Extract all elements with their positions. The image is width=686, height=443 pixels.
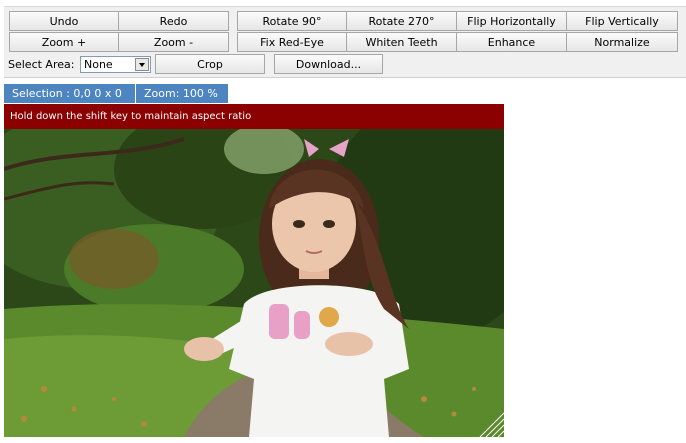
undo-button[interactable]: Undo xyxy=(9,11,119,31)
rotate-90-button[interactable]: Rotate 90° xyxy=(237,11,347,31)
selection-status: Selection : 0,0 0 x 0 xyxy=(4,84,135,103)
toolbar: Undo Redo Rotate 90° Rotate 270° Flip Ho… xyxy=(4,6,686,78)
chevron-down-icon[interactable] xyxy=(135,58,149,71)
download-button[interactable]: Download... xyxy=(274,54,383,74)
zoom-status: Zoom: 100 % xyxy=(136,84,228,103)
flip-vertically-button[interactable]: Flip Vertically xyxy=(566,11,678,31)
select-area-value: None xyxy=(84,58,113,71)
aspect-ratio-hint: Hold down the shift key to maintain aspe… xyxy=(4,104,504,129)
fix-red-eye-button[interactable]: Fix Red-Eye xyxy=(237,32,347,52)
select-area-label: Select Area: xyxy=(8,58,75,71)
normalize-button[interactable]: Normalize xyxy=(566,32,678,52)
rotate-270-button[interactable]: Rotate 270° xyxy=(346,11,457,31)
whiten-teeth-button[interactable]: Whiten Teeth xyxy=(346,32,457,52)
redo-button[interactable]: Redo xyxy=(118,11,229,31)
flip-horizontally-button[interactable]: Flip Horizontally xyxy=(456,11,567,31)
photo-image xyxy=(4,129,504,437)
enhance-button[interactable]: Enhance xyxy=(456,32,567,52)
edited-photo[interactable] xyxy=(4,129,504,437)
crop-button[interactable]: Crop xyxy=(155,54,265,74)
select-area-dropdown[interactable]: None xyxy=(80,56,151,73)
zoom-in-button[interactable]: Zoom + xyxy=(9,32,119,52)
zoom-out-button[interactable]: Zoom - xyxy=(118,32,229,52)
